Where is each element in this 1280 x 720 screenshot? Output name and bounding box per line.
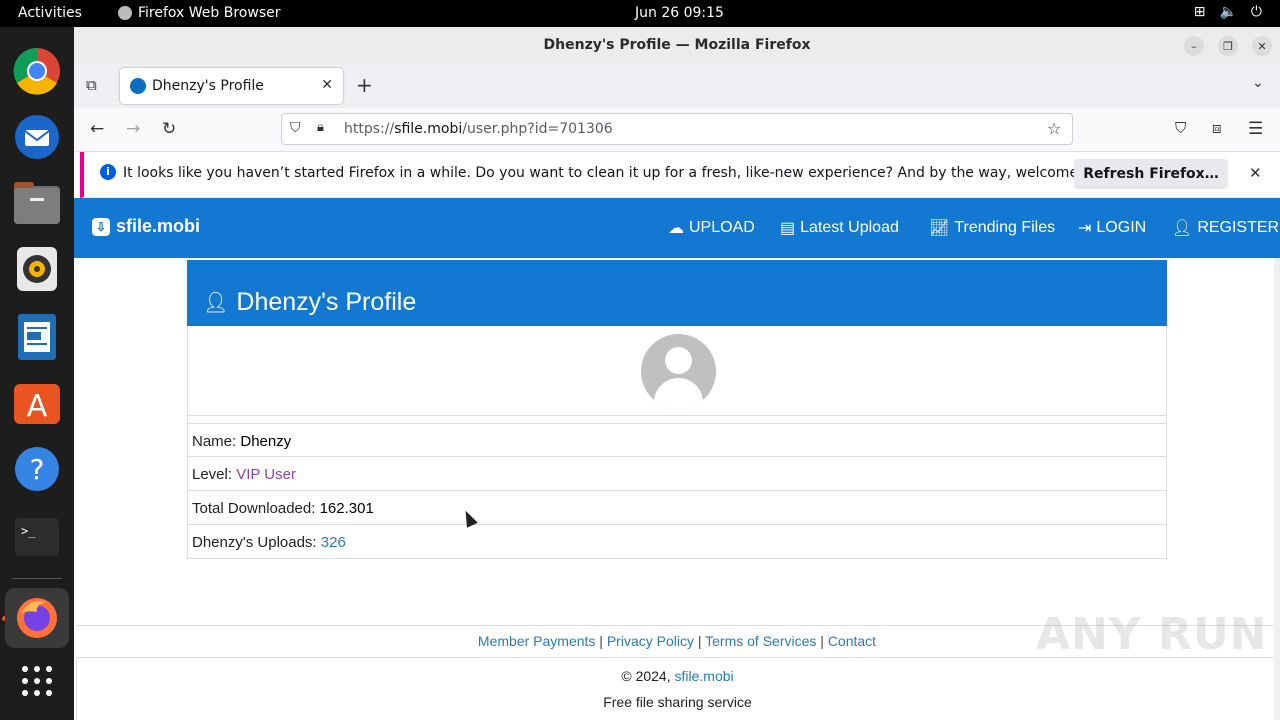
tab-bar: ⧉ Dhenzy's Profile ✕ + ⌄ (74, 64, 1280, 108)
dock-separator (12, 578, 62, 579)
site-navbar: ⇩ sfile.mobi ☁ UPLOAD ▤ Latest Upload 📈︎ Tr… (74, 198, 1280, 258)
profile-row-uploads: Dhenzy's Uploads: 326 (187, 525, 1167, 559)
level-label: Level: (192, 466, 233, 483)
uploads-label: Dhenzy's Uploads: (192, 534, 317, 551)
close-tab-icon[interactable]: ✕ (321, 77, 333, 93)
avatar-container (187, 326, 1167, 416)
clock[interactable]: Jun 26 09:15 (635, 5, 724, 21)
firefox-view-icon[interactable]: ⧉ (86, 76, 97, 94)
nav-latest-upload[interactable]: ▤ Latest Upload (780, 218, 899, 238)
svg-text:A: A (27, 389, 48, 424)
tab-title: Dhenzy's Profile (152, 78, 264, 94)
name-value: Dhenzy (240, 433, 292, 450)
profile-panel: 👤︎ Dhenzy's Profile Name: Dhenzy Level: … (187, 260, 1167, 559)
name-label: Name: (192, 433, 237, 450)
writer-icon[interactable] (13, 313, 61, 361)
page-scrollbar[interactable] (1274, 258, 1280, 720)
nav-trending-files[interactable]: 📈︎ Trending Files (929, 218, 1055, 238)
avatar (641, 334, 716, 409)
tab-active[interactable]: Dhenzy's Profile ✕ (120, 68, 343, 104)
close-window-button[interactable]: ✕ (1252, 36, 1272, 56)
footer-link-member-payments[interactable]: Member Payments (478, 633, 595, 649)
window-title: Dhenzy's Profile — Mozilla Firefox (543, 37, 811, 53)
footer-link-terms[interactable]: Terms of Services (705, 633, 816, 649)
info-icon: i (100, 164, 116, 180)
pocket-icon[interactable]: ⛉ (1175, 119, 1186, 137)
svg-text:?: ? (30, 453, 45, 486)
profile-row-name: Name: Dhenzy (187, 423, 1167, 457)
downloaded-label: Total Downloaded: (192, 500, 316, 517)
thunderbird-icon[interactable] (13, 113, 61, 161)
profile-header: 👤︎ Dhenzy's Profile (187, 260, 1167, 326)
sign-in-icon: ⇥ (1078, 220, 1092, 237)
footer-link-privacy-policy[interactable]: Privacy Policy (607, 633, 694, 649)
reload-button[interactable]: ↻ (162, 119, 176, 139)
navigation-toolbar: ← → ↻ ⛉ 🔒︎ https://sfile.mobi/user.php?i… (74, 108, 1280, 152)
terminal-icon[interactable]: >_ (13, 513, 61, 561)
profile-row-level: Level: VIP User (187, 457, 1167, 491)
notification-message: It looks like you haven’t started Firefo… (123, 165, 1122, 181)
cloud-upload-icon: ☁ (668, 220, 684, 237)
forward-button[interactable]: → (126, 119, 140, 139)
url-bar[interactable]: ⛉ 🔒︎ https://sfile.mobi/user.php?id=7013… (281, 113, 1073, 145)
downloaded-value: 162.301 (319, 500, 374, 517)
minimize-button[interactable]: – (1184, 36, 1204, 56)
profile-row-downloaded: Total Downloaded: 162.301 (187, 491, 1167, 525)
profile-title: Dhenzy's Profile (236, 287, 417, 316)
user-plus-icon: 👤︎ (1172, 220, 1193, 237)
site-logo[interactable]: ⇩ sfile.mobi (92, 216, 200, 237)
app-center-icon[interactable]: A (13, 379, 61, 427)
help-icon[interactable]: ? (13, 445, 61, 493)
notification-bar: i It looks like you haven’t started Fire… (80, 152, 1280, 198)
activities-button[interactable]: Activities (18, 5, 82, 21)
nav-login[interactable]: ⇥ LOGIN (1078, 218, 1146, 238)
refresh-firefox-button[interactable]: Refresh Firefox… (1074, 159, 1228, 189)
volume-icon: 🔈 (1219, 4, 1237, 20)
footer-link-contact[interactable]: Contact (828, 633, 876, 649)
chart-line-icon: 📈︎ (929, 220, 950, 237)
power-icon: ⏻ (1250, 4, 1262, 20)
files-icon[interactable] (13, 179, 61, 227)
list-icon: ▤ (780, 220, 796, 237)
tracking-shield-icon[interactable]: ⛉ (290, 120, 301, 136)
app-name-label: Firefox Web Browser (138, 5, 281, 21)
dock: A ? >_ (0, 27, 74, 720)
nav-register[interactable]: 👤︎ REGISTER (1172, 218, 1279, 238)
favicon-icon (130, 78, 146, 94)
firefox-window: Dhenzy's Profile — Mozilla Firefox – ❐ ✕… (74, 27, 1280, 720)
back-button[interactable]: ← (90, 119, 104, 139)
close-notification-icon[interactable]: ✕ (1249, 164, 1262, 182)
rhythmbox-icon[interactable] (13, 245, 61, 293)
network-icon: ⊞ (1193, 4, 1206, 20)
user-icon: 👤︎ (203, 291, 229, 314)
chrome-icon[interactable] (13, 47, 61, 95)
app-menu[interactable]: Firefox Web Browser (118, 5, 281, 21)
uploads-link[interactable]: 326 (321, 534, 346, 551)
footer-site-link[interactable]: sfile.mobi (675, 668, 734, 684)
maximize-button[interactable]: ❐ (1218, 36, 1238, 56)
download-icon: ⇩ (92, 217, 110, 236)
copyright-line: © 2024, sfile.mobi (77, 660, 1278, 684)
extensions-icon[interactable]: ⧈ (1212, 119, 1222, 137)
system-top-bar: Activities Firefox Web Browser Jun 26 09… (0, 0, 1280, 27)
svg-text:>_: >_ (21, 524, 36, 538)
tagline: Free file sharing service (603, 694, 752, 710)
lock-icon[interactable]: 🔒︎ (317, 120, 324, 135)
title-bar: Dhenzy's Profile — Mozilla Firefox – ❐ ✕ (74, 27, 1280, 64)
nav-upload[interactable]: ☁ UPLOAD (668, 218, 755, 238)
new-tab-button[interactable]: + (356, 73, 373, 97)
footer-copyright: © 2024, sfile.mobi Free file sharing ser… (76, 660, 1278, 720)
anyrun-watermark: ANY RUN (1036, 609, 1268, 660)
url-text[interactable]: https://sfile.mobi/user.php?id=701306 (344, 121, 613, 137)
app-grid-icon[interactable] (13, 657, 61, 705)
firefox-icon[interactable] (5, 588, 69, 648)
copyright-text: © 2024, (621, 668, 671, 684)
list-all-tabs-icon[interactable]: ⌄ (1252, 75, 1264, 91)
firefox-small-icon (118, 6, 132, 20)
bookmark-star-icon[interactable]: ☆ (1047, 119, 1061, 138)
brand-name: sfile.mobi (116, 216, 201, 236)
menu-icon[interactable]: ☰ (1248, 119, 1263, 139)
level-value: VIP User (236, 466, 296, 483)
system-tray[interactable]: ⊞ 🔈 ⏻ (1194, 4, 1262, 20)
